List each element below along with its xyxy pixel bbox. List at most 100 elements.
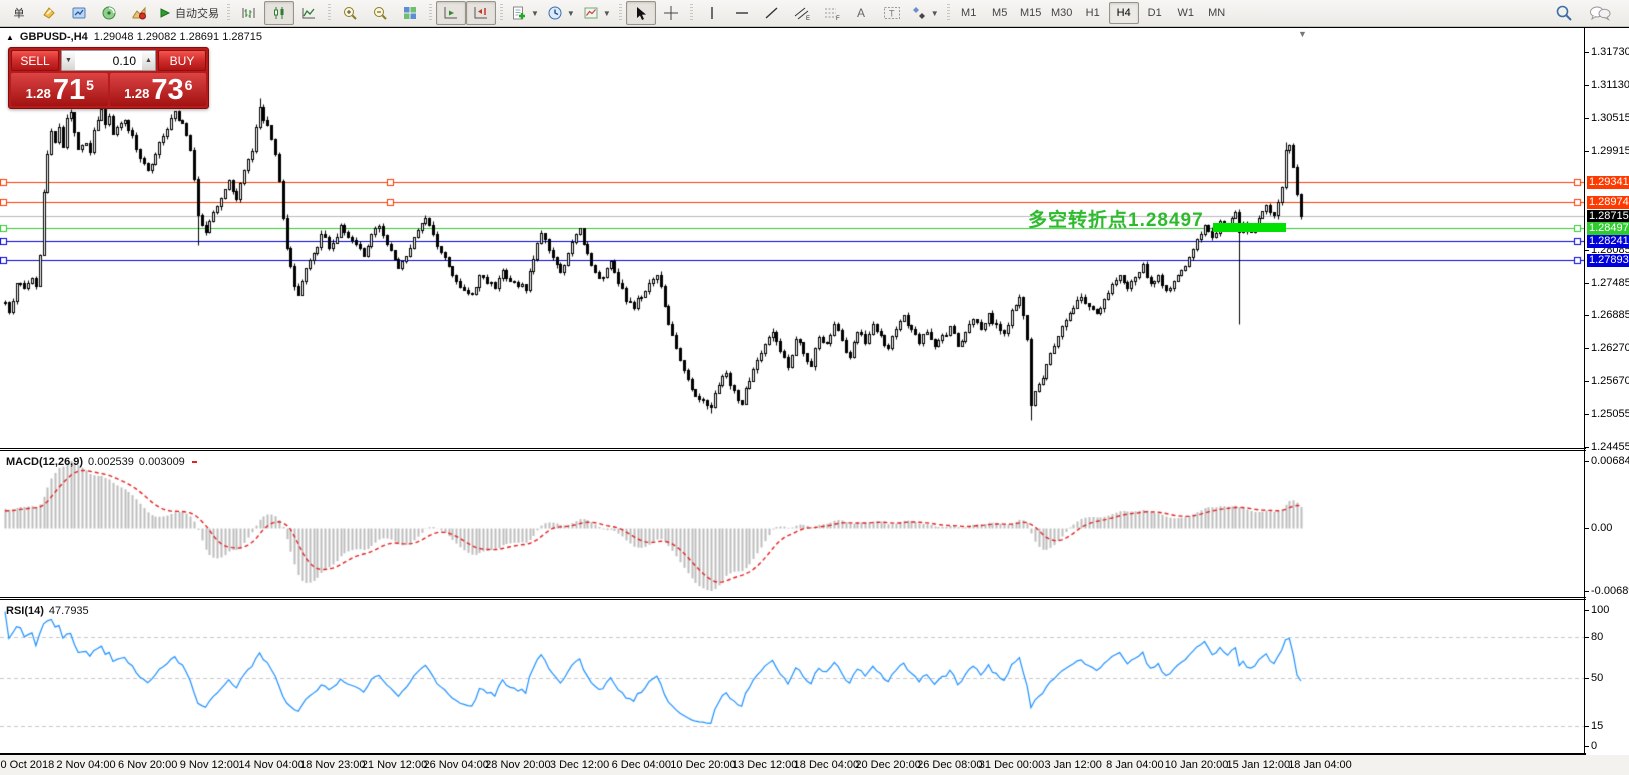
volume-increase-button[interactable]: ▲	[142, 51, 155, 70]
tile-windows-icon	[402, 5, 418, 21]
macd-value-main: 0.002539	[88, 456, 134, 468]
price-axis-tick: 1.26885	[1591, 309, 1629, 321]
bar-chart-button[interactable]	[234, 1, 264, 25]
price-chart[interactable]	[0, 28, 1584, 448]
timeframe-button-h4[interactable]: H4	[1109, 2, 1139, 24]
templates-icon	[583, 5, 599, 21]
rsi-panel[interactable]	[0, 600, 1584, 753]
equidistant-channel-button[interactable]: E	[787, 1, 817, 25]
volume-input[interactable]	[75, 51, 142, 70]
price-scale[interactable]: 1.317301.311301.305151.299151.280851.274…	[1584, 28, 1629, 753]
buy-price-prefix: 1.28	[124, 86, 149, 101]
tile-windows-button[interactable]	[395, 1, 425, 25]
timeframe-button-d1[interactable]: D1	[1140, 2, 1170, 24]
macd-axis-label: -0.006894	[1591, 585, 1629, 597]
timeframe-button-mn[interactable]: MN	[1202, 2, 1232, 24]
macd-label-row: MACD(12,26,9) 0.002539 0.003009	[6, 456, 197, 468]
zoom-out-icon	[372, 5, 388, 21]
rsi-axis-label: 100	[1591, 604, 1609, 616]
price-badge: 1.28497	[1587, 222, 1629, 235]
timeframe-button-m30[interactable]: M30	[1047, 2, 1077, 24]
periods-button[interactable]: ▼	[543, 1, 579, 25]
fibonacci-button[interactable]: F	[817, 1, 847, 25]
horizontal-line-button[interactable]	[727, 1, 757, 25]
candlestick-icon	[271, 5, 287, 21]
toolbar-grip	[947, 4, 950, 22]
price-axis-tick: 1.27485	[1591, 277, 1629, 289]
zoom-out-button[interactable]	[365, 1, 395, 25]
price-badge: 1.28974	[1587, 196, 1629, 209]
rsi-value: 47.7935	[49, 605, 89, 617]
chat-icon[interactable]	[1589, 4, 1611, 22]
indicators-button[interactable]: ▼	[507, 1, 543, 25]
crosshair-button[interactable]	[656, 1, 686, 25]
buy-price-display[interactable]: 1.28 73 6	[110, 73, 207, 106]
auto-scroll-icon	[443, 5, 459, 21]
macd-axis-label: 0.006844	[1591, 455, 1629, 467]
timeframe-button-m15[interactable]: M15	[1016, 2, 1046, 24]
shapes-button[interactable]: ▼	[907, 1, 943, 25]
auto-scroll-button[interactable]	[436, 1, 466, 25]
toolbar-grip	[690, 4, 693, 22]
chart-window: ▲ GBPUSD-,H4 1.29048 1.29082 1.28691 1.2…	[0, 27, 1629, 775]
new-order-button[interactable]: 单	[4, 1, 34, 25]
sell-button[interactable]: SELL	[11, 50, 59, 71]
timeframe-toolbar: M1M5M15M30H1H4D1W1MN	[954, 2, 1232, 24]
periods-icon	[547, 5, 563, 21]
toolbar-grip	[500, 4, 503, 22]
timeframe-button-m1[interactable]: M1	[954, 2, 984, 24]
candlestick-button[interactable]	[264, 1, 294, 25]
templates-button[interactable]: ▼	[579, 1, 615, 25]
cursor-button[interactable]	[626, 1, 656, 25]
price-badge: 1.29341	[1587, 176, 1629, 189]
toolbar-grip	[328, 4, 331, 22]
bar-chart-icon	[241, 5, 257, 21]
horizontal-line-icon	[734, 5, 750, 21]
buy-price-pip: 6	[185, 77, 193, 93]
shapes-icon	[911, 5, 927, 21]
time-scale[interactable]: 30 Oct 20182 Nov 04:006 Nov 20:009 Nov 1…	[0, 755, 1629, 775]
fibonacci-icon: F	[823, 5, 841, 21]
metaeditor-button[interactable]	[34, 1, 64, 25]
collapse-panel-icon[interactable]: ▲	[6, 33, 14, 42]
navigator-button[interactable]	[94, 1, 124, 25]
macd-panel[interactable]	[0, 451, 1584, 597]
shift-marker-icon[interactable]: ▼	[1298, 29, 1307, 39]
charts-window-button[interactable]	[64, 1, 94, 25]
market-watch-icon	[131, 5, 147, 21]
timeframe-button-w1[interactable]: W1	[1171, 2, 1201, 24]
chevron-down-icon: ▼	[931, 9, 939, 18]
rsi-label: RSI(14)	[6, 605, 44, 617]
svg-text:T: T	[889, 9, 895, 19]
channel-icon: E	[793, 5, 811, 21]
svg-text:F: F	[836, 16, 840, 21]
buy-button[interactable]: BUY	[158, 50, 206, 71]
cursor-icon	[634, 6, 648, 21]
text-button[interactable]: A	[847, 1, 877, 25]
chart-shift-button[interactable]	[466, 1, 496, 25]
turning-point-annotation[interactable]: 多空转折点1.28497	[1028, 205, 1204, 232]
volume-decrease-button[interactable]: ▼	[62, 51, 75, 70]
zoom-in-button[interactable]	[335, 1, 365, 25]
volume-stepper: ▼ ▲	[61, 50, 156, 71]
toolbar-grip	[227, 4, 230, 22]
macd-axis-label: 0.00	[1591, 522, 1612, 534]
turning-point-bar[interactable]	[1213, 223, 1286, 232]
sell-price-display[interactable]: 1.28 71 5	[11, 73, 108, 106]
search-icon[interactable]	[1555, 4, 1573, 22]
metaeditor-icon	[41, 5, 57, 21]
price-badge: 1.27893	[1587, 254, 1629, 267]
text-label-button[interactable]: T	[877, 1, 907, 25]
toolbar-grip	[619, 4, 622, 22]
autotrading-button[interactable]: 自动交易	[154, 1, 223, 25]
timeframe-button-m5[interactable]: M5	[985, 2, 1015, 24]
symbol-title: GBPUSD-,H4	[20, 31, 88, 43]
rsi-axis-label: 15	[1591, 720, 1603, 732]
vertical-line-button[interactable]	[697, 1, 727, 25]
line-chart-button[interactable]	[294, 1, 324, 25]
crosshair-icon	[663, 5, 679, 21]
trendline-button[interactable]	[757, 1, 787, 25]
timeframe-button-h1[interactable]: H1	[1078, 2, 1108, 24]
sell-price-prefix: 1.28	[26, 86, 51, 101]
market-watch-button[interactable]	[124, 1, 154, 25]
